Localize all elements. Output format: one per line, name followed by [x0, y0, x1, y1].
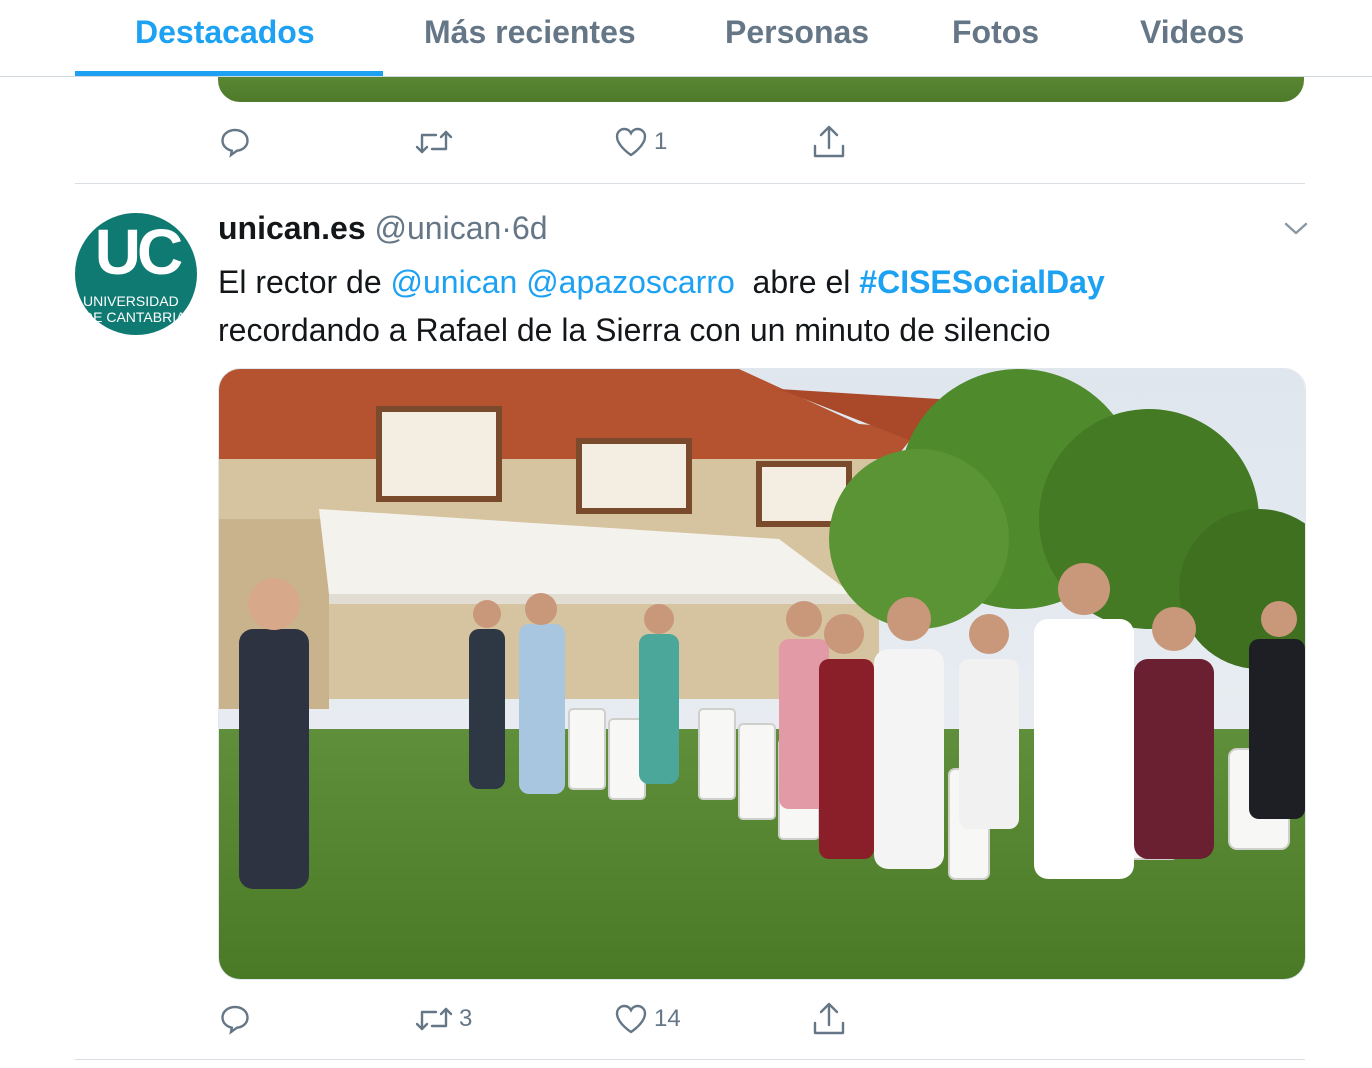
like-button[interactable]: 14: [614, 1003, 681, 1035]
text-middle: abre el: [734, 264, 860, 300]
tab-personas[interactable]: Personas: [725, 14, 869, 51]
header-separator: ·: [501, 210, 512, 246]
retweet-count: 3: [459, 1005, 473, 1032]
tweet-menu-button[interactable]: [1283, 218, 1309, 243]
tweet-text-line2: recordando a Rafael de la Sierra con un …: [218, 312, 1051, 348]
mention-unican[interactable]: @unican: [391, 264, 518, 300]
retweet-icon: [415, 130, 453, 154]
tab-mas-recientes[interactable]: Más recientes: [424, 14, 636, 51]
event-photo-illustration: [219, 369, 1305, 979]
heart-icon: [615, 127, 647, 157]
share-icon: [813, 1002, 845, 1035]
hashtag-cisesocialday[interactable]: #CISESocialDay: [859, 264, 1104, 300]
share-button[interactable]: [812, 124, 846, 160]
tweet-divider: [75, 1059, 1305, 1060]
author-name[interactable]: unican.es: [218, 210, 366, 246]
mention-apazoscarro[interactable]: @apazoscarro: [526, 264, 735, 300]
tab-videos[interactable]: Videos: [1140, 14, 1244, 51]
search-tabs: Destacados Más recientes Personas Fotos …: [0, 0, 1372, 77]
avatar[interactable]: UC UNIVERSIDAD DE CANTABRIA: [75, 213, 197, 335]
tweet-photo[interactable]: [218, 368, 1306, 980]
like-button[interactable]: 1: [614, 126, 667, 158]
reply-icon: [221, 128, 249, 158]
tab-fotos[interactable]: Fotos: [952, 14, 1039, 51]
like-count: 14: [654, 1005, 681, 1032]
active-tab-indicator: [75, 71, 383, 76]
heart-icon: [615, 1004, 647, 1034]
chevron-down-icon: [1284, 222, 1308, 235]
share-icon: [813, 125, 845, 158]
tweet-timestamp[interactable]: 6d: [512, 210, 548, 246]
tweet-header: unican.es @unican·6d: [218, 210, 548, 247]
share-button[interactable]: [812, 1001, 846, 1037]
author-handle[interactable]: @unican: [375, 210, 502, 246]
tweet-text-line1: El rector de @unican @apazoscarro abre e…: [218, 258, 1308, 306]
reply-button[interactable]: [219, 126, 251, 158]
reply-button[interactable]: [219, 1003, 251, 1035]
tab-destacados[interactable]: Destacados: [135, 14, 315, 51]
tweet-text: El rector de @unican @apazoscarro abre e…: [218, 258, 1308, 354]
tweet-divider: [75, 183, 1305, 184]
avatar-monogram: UC: [94, 216, 183, 288]
reply-icon: [221, 1005, 249, 1035]
retweet-icon: [415, 1007, 453, 1031]
text-prefix: El rector de: [218, 264, 391, 300]
retweet-button[interactable]: [415, 126, 453, 158]
avatar-text-line1: UNIVERSIDAD: [83, 293, 179, 309]
like-count: 1: [654, 128, 668, 155]
avatar-text: UNIVERSIDAD DE CANTABRIA: [83, 293, 193, 325]
avatar-text-line2: DE CANTABRIA: [83, 309, 186, 325]
retweet-button[interactable]: 3: [415, 1003, 472, 1035]
